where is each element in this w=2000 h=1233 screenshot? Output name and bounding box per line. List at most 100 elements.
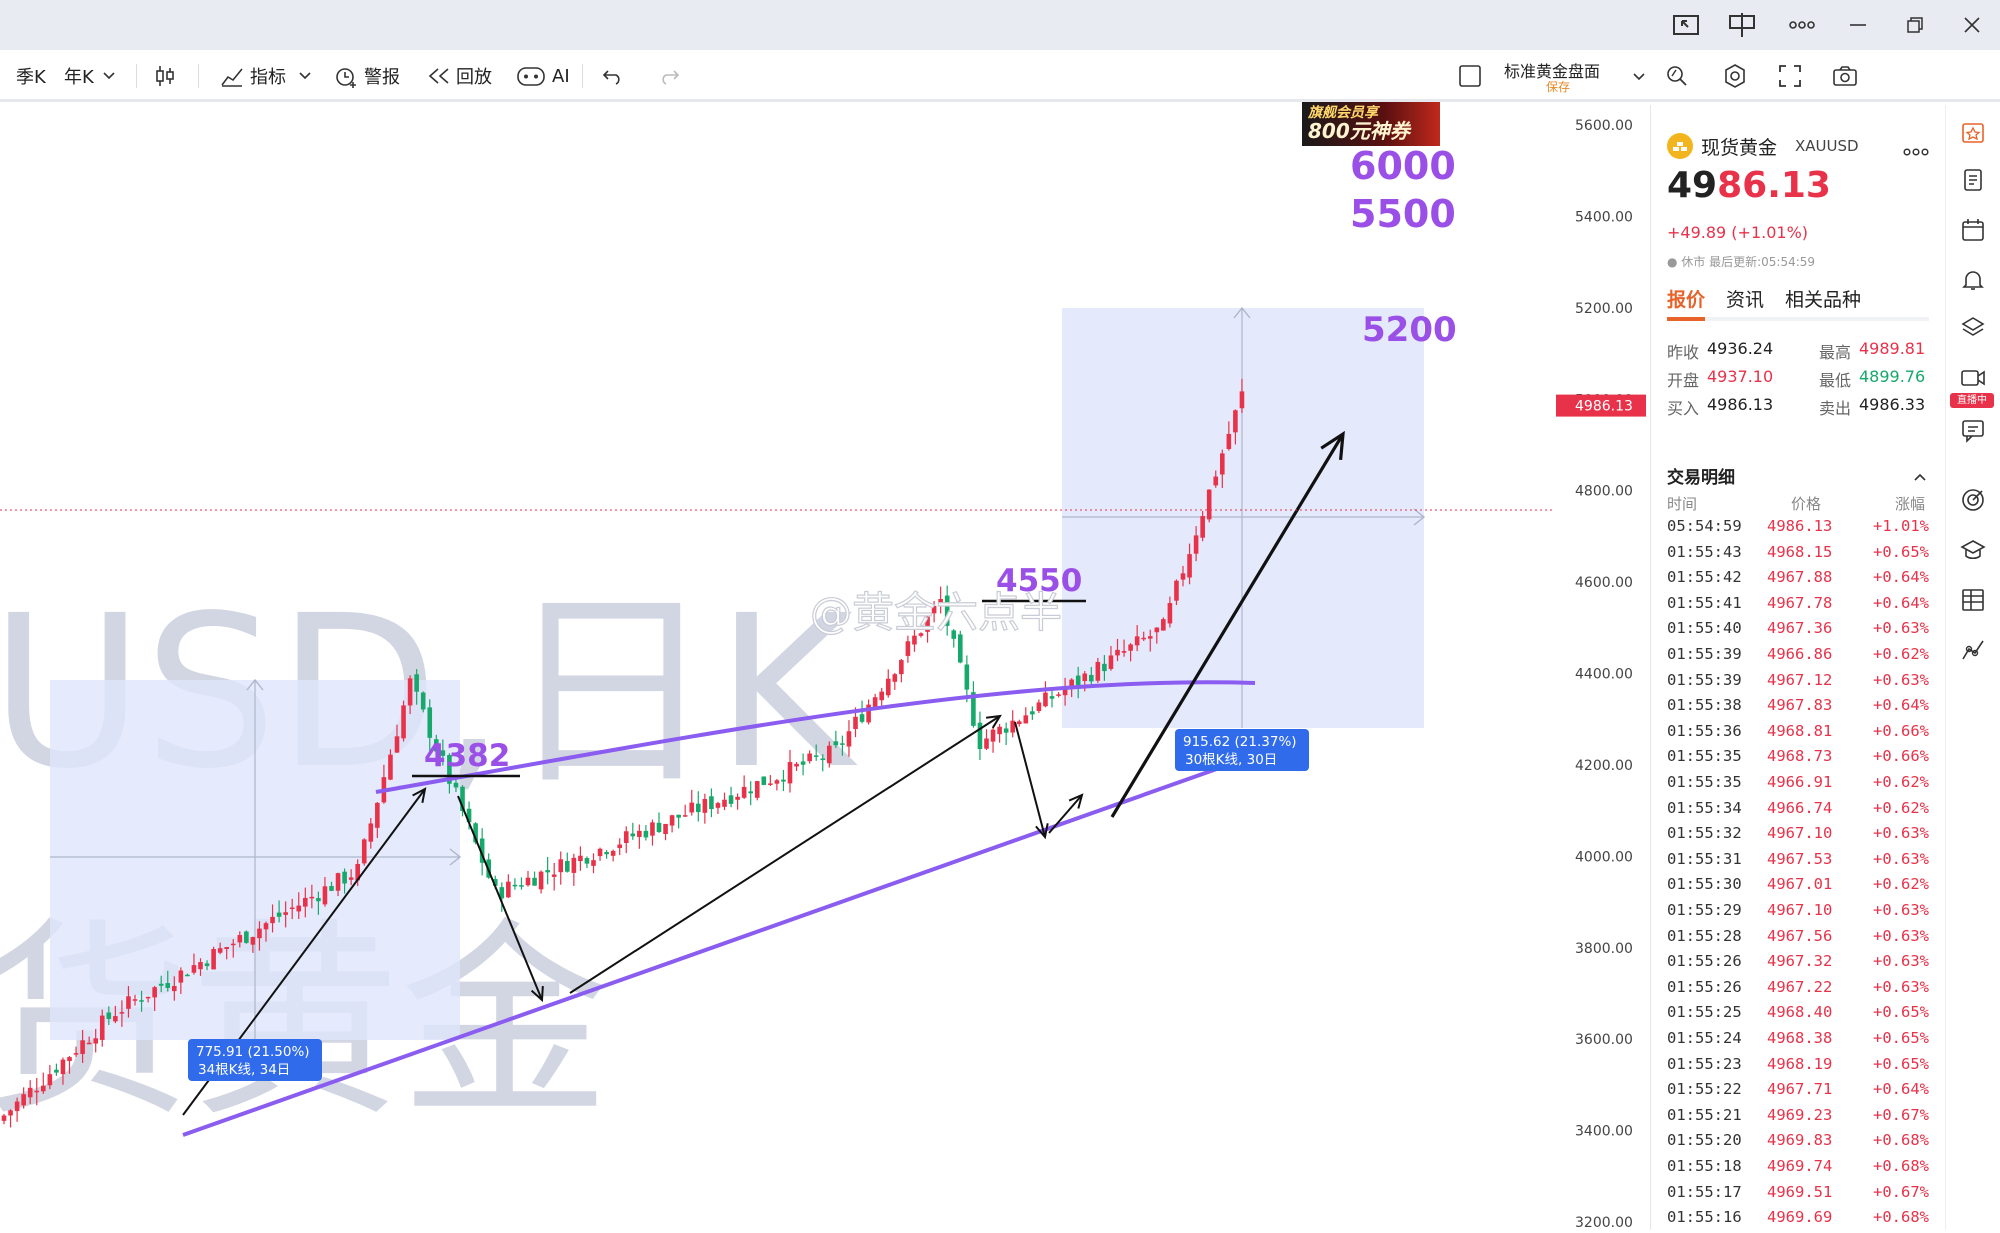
layers-icon[interactable] <box>1958 313 1988 343</box>
tab-news[interactable]: 资讯 <box>1726 285 1764 312</box>
chart-tools-icon[interactable] <box>1958 635 1988 665</box>
candle-body <box>741 786 747 798</box>
layout-checkbox[interactable] <box>1458 62 1488 90</box>
replay-button[interactable]: 回放 <box>428 62 492 90</box>
undo-button[interactable] <box>602 62 630 90</box>
trade-row[interactable]: 01:55:29 4967.10 +0.63% <box>1667 901 1929 926</box>
trade-row[interactable]: 01:55:16 4969.69 +0.68% <box>1667 1208 1929 1233</box>
trade-row[interactable]: 01:55:25 4968.40 +0.65% <box>1667 1003 1929 1028</box>
measure-tag-1[interactable]: 775.91 (21.50%) 34根K线, 34日 <box>188 1039 322 1081</box>
measure-box-2[interactable] <box>1062 308 1424 728</box>
table-icon[interactable] <box>1958 585 1988 615</box>
wave-arrow[interactable] <box>1014 721 1046 838</box>
indicators-button[interactable]: 指标 <box>220 62 318 90</box>
trade-row[interactable]: 01:55:38 4967.83 +0.64% <box>1667 696 1929 721</box>
candle-body <box>794 763 799 767</box>
chat-icon[interactable] <box>1958 415 1988 445</box>
drawing-tool-button[interactable] <box>1664 62 1696 90</box>
alert-button[interactable]: 警报 <box>334 62 400 90</box>
trade-row[interactable]: 01:55:39 4967.12 +0.63% <box>1667 671 1929 696</box>
trade-row[interactable]: 01:55:22 4967.71 +0.64% <box>1667 1080 1929 1105</box>
trade-row[interactable]: 01:55:34 4966.74 +0.62% <box>1667 799 1929 824</box>
instrument-name: 现货黄金 <box>1701 137 1778 159</box>
trade-row[interactable]: 01:55:24 4968.38 +0.65% <box>1667 1029 1929 1054</box>
trade-price: 4967.36 <box>1767 619 1833 638</box>
candle-body <box>420 692 426 710</box>
layout-icon[interactable] <box>1722 8 1762 42</box>
trade-change: +0.65% <box>1873 1029 1929 1047</box>
alert-label: 警报 <box>364 67 400 88</box>
candle-body <box>60 1059 66 1075</box>
trade-row[interactable]: 01:55:35 4968.73 +0.66% <box>1667 747 1929 772</box>
trade-time: 01:55:24 <box>1667 1029 1742 1047</box>
wave-arrow[interactable] <box>1048 794 1083 834</box>
trade-row[interactable]: 01:55:30 4967.01 +0.62% <box>1667 875 1929 900</box>
restore-icon[interactable] <box>1895 8 1935 42</box>
trade-row[interactable]: 01:55:21 4969.23 +0.67% <box>1667 1106 1929 1131</box>
trade-price: 4966.86 <box>1767 645 1833 663</box>
snapshot-button[interactable] <box>1832 62 1864 90</box>
minimize-icon[interactable] <box>1838 8 1878 42</box>
candle-body <box>198 962 203 970</box>
undo-icon <box>602 70 620 85</box>
trade-row[interactable]: 01:55:26 4967.22 +0.63% <box>1667 978 1929 1003</box>
measure-tag-2[interactable]: 915.62 (21.37%) 30根K线, 30日 <box>1175 729 1309 771</box>
trade-row[interactable]: 01:55:28 4967.56 +0.63% <box>1667 927 1929 952</box>
trade-row[interactable]: 01:55:31 4967.53 +0.63% <box>1667 850 1929 875</box>
watchlist-icon[interactable] <box>1958 117 1988 147</box>
year-k-dropdown[interactable]: 年K <box>64 62 122 90</box>
candle-body <box>958 634 963 663</box>
price-chart[interactable]: USD,日K货黄金 60005500520043824550@黄金六点半775.… <box>0 105 1650 1230</box>
tab-quote[interactable]: 报价 <box>1667 285 1705 312</box>
more-icon[interactable] <box>1782 8 1822 42</box>
academy-icon[interactable] <box>1958 535 1988 565</box>
ai-button[interactable]: AI <box>516 62 570 90</box>
trade-row[interactable]: 01:55:43 4968.15 +0.65% <box>1667 543 1929 568</box>
trade-row[interactable]: 01:55:32 4967.10 +0.63% <box>1667 824 1929 849</box>
trade-row[interactable]: 01:55:17 4969.51 +0.67% <box>1667 1183 1929 1208</box>
bell-icon[interactable] <box>1958 265 1988 295</box>
trade-row[interactable]: 01:55:36 4968.81 +0.66% <box>1667 722 1929 747</box>
trade-row[interactable]: 01:55:20 4969.83 +0.68% <box>1667 1131 1929 1156</box>
y-axis-tick: 5400.00 <box>1575 209 1633 225</box>
trade-row[interactable]: 01:55:35 4966.91 +0.62% <box>1667 773 1929 798</box>
chart-canvas[interactable]: USD,日K货黄金 60005500520043824550@黄金六点半775.… <box>0 105 1650 1230</box>
trade-price: 4968.40 <box>1767 1003 1833 1022</box>
screenshot-icon[interactable] <box>1666 8 1706 42</box>
candle-body <box>8 1110 13 1116</box>
calendar-icon[interactable] <box>1958 215 1988 245</box>
candle-type-button[interactable] <box>154 62 182 90</box>
trade-row[interactable]: 01:55:41 4967.78 +0.64% <box>1667 594 1929 619</box>
tab-related[interactable]: 相关品种 <box>1785 285 1861 312</box>
trade-price: 4969.51 <box>1767 1182 1833 1201</box>
close-icon[interactable] <box>1952 8 1992 42</box>
trade-row[interactable]: 01:55:39 4966.86 +0.62% <box>1667 645 1929 670</box>
instrument-code: XAUUSD <box>1795 137 1859 155</box>
candle-body <box>172 985 177 992</box>
live-icon[interactable] <box>1958 363 1988 393</box>
trade-price: 4967.22 <box>1767 977 1833 996</box>
candle-body <box>768 783 773 785</box>
trade-change: +0.68% <box>1873 1131 1929 1150</box>
trade-row[interactable]: 01:55:18 4969.74 +0.68% <box>1667 1157 1929 1182</box>
candle-body <box>34 1090 40 1093</box>
trade-row[interactable]: 05:54:59 4986.13 +1.01% <box>1667 517 1929 542</box>
y-axis-tick: 3400.00 <box>1575 1124 1633 1140</box>
stat-value: 4986.33 <box>1859 395 1926 414</box>
document-icon[interactable] <box>1958 165 1988 195</box>
trade-time: 01:55:39 <box>1667 670 1742 689</box>
layout-selector[interactable]: 标准黄金盘面 保存 <box>1502 56 1645 96</box>
trade-row[interactable]: 01:55:42 4967.88 +0.64% <box>1667 568 1929 593</box>
candle-body <box>669 815 675 826</box>
settings-button[interactable] <box>1722 62 1754 90</box>
more-options-icon[interactable] <box>1903 141 1929 160</box>
trade-row[interactable]: 01:55:23 4968.19 +0.65% <box>1667 1055 1929 1080</box>
quarter-k-button[interactable]: 季K <box>16 62 46 90</box>
collapse-icon[interactable] <box>1913 467 1927 486</box>
trade-row[interactable]: 01:55:26 4967.32 +0.63% <box>1667 952 1929 977</box>
fullscreen-button[interactable] <box>1778 62 1808 90</box>
redo-button[interactable] <box>658 62 686 90</box>
trade-change: +0.63% <box>1873 824 1929 843</box>
trade-row[interactable]: 01:55:40 4967.36 +0.63% <box>1667 619 1929 644</box>
target-icon[interactable] <box>1958 485 1988 515</box>
